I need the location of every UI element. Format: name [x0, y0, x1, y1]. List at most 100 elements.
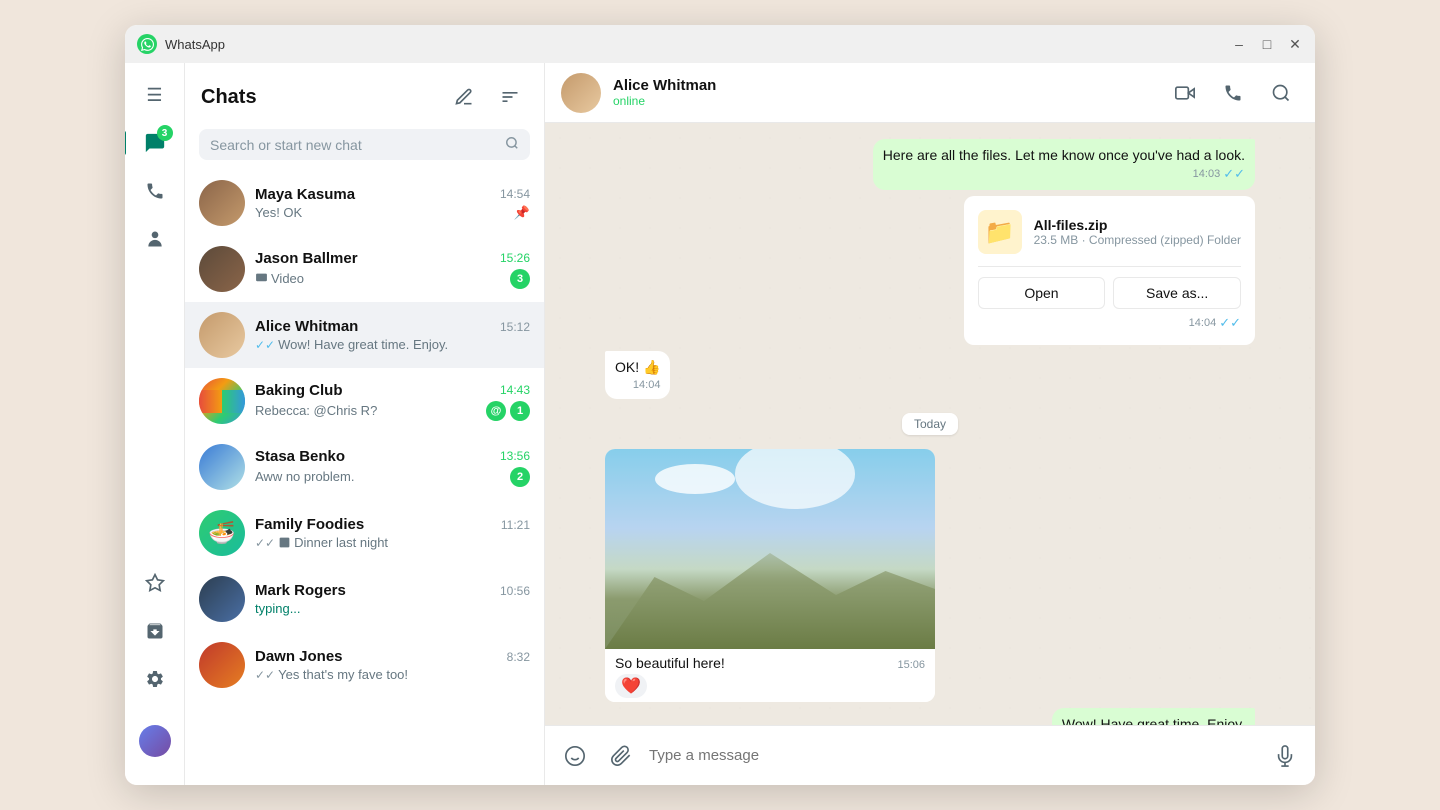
- avatar-baking: [199, 378, 245, 424]
- chat-name-dawn: Dawn Jones: [255, 648, 343, 665]
- bubble-m5: Wow! Have great time. Enjoy. 15:12 ✓✓: [1052, 708, 1255, 725]
- chat-list: Maya Kasuma 14:54 Yes! OK 📌 Ja: [185, 170, 544, 785]
- minimize-button[interactable]: –: [1231, 36, 1247, 52]
- self-avatar[interactable]: [139, 725, 171, 757]
- message-m2: 📁 All-files.zip 23.5 MB · Compressed (zi…: [964, 196, 1255, 345]
- file-name: All-files.zip: [1034, 217, 1241, 233]
- sidebar: ☰ 3: [125, 63, 185, 785]
- message-m5: Wow! Have great time. Enjoy. 15:12 ✓✓: [1052, 708, 1255, 725]
- unread-badge-baking: 1: [510, 401, 530, 421]
- photo-image[interactable]: [605, 449, 935, 649]
- chats-badge: 3: [157, 125, 173, 141]
- file-actions: Open Save as...: [978, 266, 1241, 309]
- reaction-row: ❤️: [615, 674, 925, 698]
- chat-preview-jason: Video: [255, 271, 304, 286]
- avatar-alice: [199, 312, 245, 358]
- message-input[interactable]: [649, 747, 1257, 764]
- chat-item-baking[interactable]: Baking Club 14:43 Rebecca: @Chris R? @ 1: [185, 368, 544, 434]
- chat-header-name: Alice Whitman: [613, 77, 1155, 94]
- chat-header-avatar[interactable]: [561, 73, 601, 113]
- msg-time-m4: 15:06: [897, 659, 925, 671]
- new-chat-button[interactable]: [446, 79, 482, 115]
- maximize-button[interactable]: □: [1259, 36, 1275, 52]
- message-text-m3: OK! 👍: [615, 359, 660, 375]
- chat-name-jason: Jason Ballmer: [255, 250, 358, 267]
- filter-button[interactable]: [492, 79, 528, 115]
- date-divider-text: Today: [902, 413, 958, 435]
- voice-call-button[interactable]: [1215, 75, 1251, 111]
- sidebar-starred-icon[interactable]: [135, 563, 175, 603]
- bubble-m3: OK! 👍 14:04: [605, 351, 670, 399]
- chat-panel: Alice Whitman online: [545, 63, 1315, 785]
- chat-item-mark[interactable]: Mark Rogers 10:56 typing...: [185, 566, 544, 632]
- search-icon: [505, 136, 519, 153]
- search-input-wrap: [199, 129, 530, 160]
- chat-preview-stasa: Aww no problem.: [255, 469, 354, 484]
- chat-preview-family: ✓✓ Dinner last night: [255, 535, 388, 550]
- search-input[interactable]: [210, 137, 505, 153]
- emoji-button[interactable]: [557, 738, 593, 774]
- chat-time-jason: 15:26: [500, 251, 530, 265]
- chat-header-info: Alice Whitman online: [613, 77, 1155, 108]
- chat-preview-mark: typing...: [255, 601, 301, 616]
- attach-button[interactable]: [603, 738, 639, 774]
- chat-time-family: 11:21: [501, 518, 530, 532]
- file-meta: 23.5 MB · Compressed (zipped) Folder: [1034, 233, 1241, 247]
- avatar-family: 🍜: [199, 510, 245, 556]
- message-m1: Here are all the files. Let me know once…: [873, 139, 1255, 190]
- chat-item-maya[interactable]: Maya Kasuma 14:54 Yes! OK 📌: [185, 170, 544, 236]
- mic-button[interactable]: [1267, 738, 1303, 774]
- app-window: WhatsApp – □ ✕ ☰ 3: [125, 25, 1315, 785]
- video-call-button[interactable]: [1167, 75, 1203, 111]
- read-receipt-m2: ✓✓: [1219, 315, 1241, 331]
- chat-info-family: Family Foodies 11:21 ✓✓ Dinner last nigh…: [255, 516, 530, 550]
- chat-search-button[interactable]: [1263, 75, 1299, 111]
- sidebar-menu-icon[interactable]: ☰: [135, 75, 175, 115]
- chat-info-alice: Alice Whitman 15:12 ✓✓ Wow! Have great t…: [255, 318, 530, 352]
- read-check-alice: ✓✓: [255, 338, 275, 352]
- save-file-button[interactable]: Save as...: [1113, 277, 1241, 309]
- sidebar-settings-icon[interactable]: [135, 659, 175, 699]
- sidebar-communities-icon[interactable]: [135, 219, 175, 259]
- open-file-button[interactable]: Open: [978, 277, 1106, 309]
- file-icon: 📁: [978, 210, 1022, 254]
- msg-time-m2: 14:04: [1189, 317, 1217, 329]
- chat-info-stasa: Stasa Benko 13:56 Aww no problem. 2: [255, 448, 530, 487]
- chat-info-baking: Baking Club 14:43 Rebecca: @Chris R? @ 1: [255, 382, 530, 421]
- close-button[interactable]: ✕: [1287, 36, 1303, 52]
- avatar-dawn: [199, 642, 245, 688]
- chat-item-dawn[interactable]: Dawn Jones 8:32 ✓✓ Yes that's my fave to…: [185, 632, 544, 698]
- chat-item-alice[interactable]: Alice Whitman 15:12 ✓✓ Wow! Have great t…: [185, 302, 544, 368]
- search-bar: [185, 123, 544, 170]
- chat-item-jason[interactable]: Jason Ballmer 15:26 Video 3: [185, 236, 544, 302]
- message-m3: OK! 👍 14:04: [605, 351, 670, 399]
- chat-input-area: [545, 725, 1315, 785]
- sidebar-archived-icon[interactable]: [135, 611, 175, 651]
- heart-reaction[interactable]: ❤️: [615, 674, 647, 698]
- app-title: WhatsApp: [165, 37, 1231, 52]
- read-receipt-m1: ✓✓: [1223, 166, 1245, 182]
- chat-preview-maya: Yes! OK: [255, 205, 302, 220]
- chat-item-family[interactable]: 🍜 Family Foodies 11:21 ✓✓ Dinner last ni…: [185, 500, 544, 566]
- avatar-maya: [199, 180, 245, 226]
- message-text-m1: Here are all the files. Let me know once…: [883, 147, 1245, 163]
- at-badge-baking: @: [486, 401, 506, 421]
- chat-name-mark: Mark Rogers: [255, 582, 346, 599]
- chat-header-status: online: [613, 94, 1155, 108]
- photo-caption-area: So beautiful here! 15:06 ❤️: [605, 649, 935, 702]
- file-row: 📁 All-files.zip 23.5 MB · Compressed (zi…: [978, 210, 1241, 254]
- unread-badge-stasa: 2: [510, 467, 530, 487]
- chat-info-mark: Mark Rogers 10:56 typing...: [255, 582, 530, 616]
- unread-badge-jason: 3: [510, 269, 530, 289]
- sidebar-calls-icon[interactable]: [135, 171, 175, 211]
- chat-name-alice: Alice Whitman: [255, 318, 358, 335]
- msg-time-m1: 14:03: [1193, 168, 1221, 180]
- chat-name-maya: Maya Kasuma: [255, 186, 355, 203]
- chat-header: Alice Whitman online: [545, 63, 1315, 123]
- file-info: All-files.zip 23.5 MB · Compressed (zipp…: [1034, 217, 1241, 247]
- chat-name-stasa: Stasa Benko: [255, 448, 345, 465]
- title-bar: WhatsApp – □ ✕: [125, 25, 1315, 63]
- sidebar-chats-icon[interactable]: 3: [135, 123, 175, 163]
- messages-area: Here are all the files. Let me know once…: [545, 123, 1315, 725]
- chat-item-stasa[interactable]: Stasa Benko 13:56 Aww no problem. 2: [185, 434, 544, 500]
